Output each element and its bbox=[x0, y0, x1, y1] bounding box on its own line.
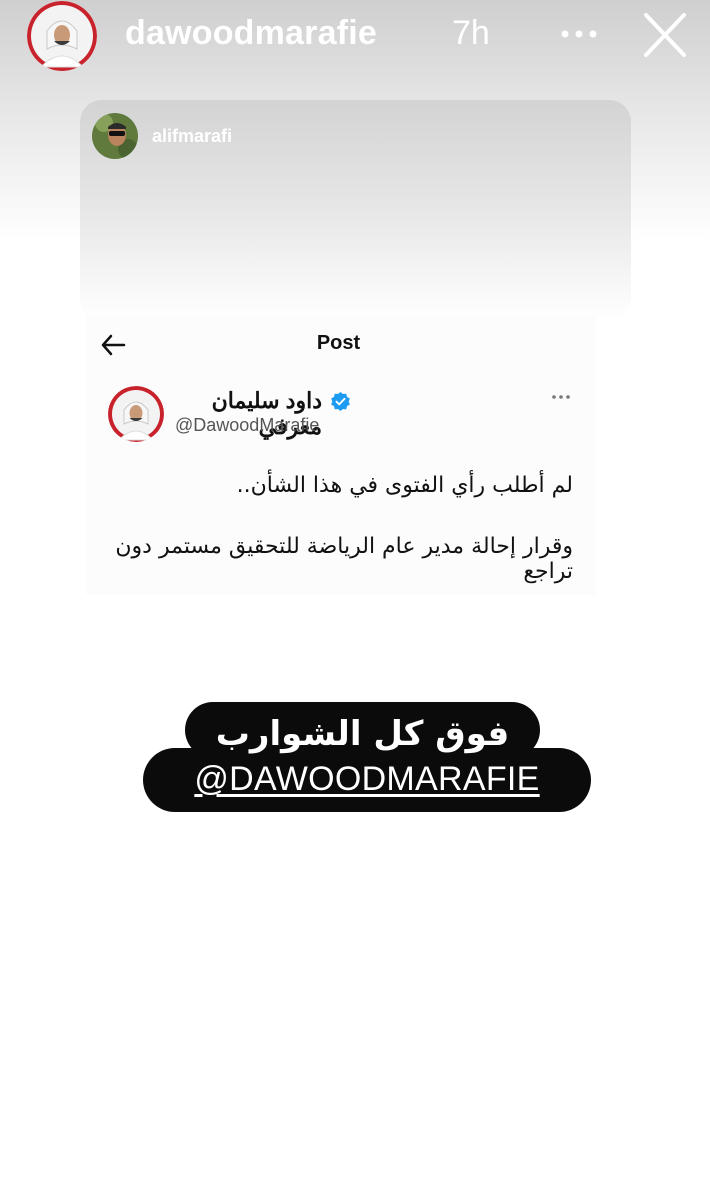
story-timestamp: 7h bbox=[452, 14, 490, 52]
shared-post-avatar[interactable] bbox=[92, 113, 138, 159]
close-icon[interactable] bbox=[640, 12, 690, 58]
caption-text: فوق كل الشوارب bbox=[215, 714, 510, 754]
story-avatar[interactable] bbox=[27, 1, 97, 71]
tweet-text-line-2: وقرار إحالة مدير عام الرياضة للتحقيق مست… bbox=[115, 534, 573, 584]
tweet-author-handle[interactable]: @DawoodMarafie bbox=[175, 415, 319, 436]
tweet-more-icon[interactable] bbox=[551, 392, 571, 402]
shared-post-username[interactable]: alifmarafi bbox=[152, 126, 232, 147]
post-header-title: Post bbox=[316, 332, 361, 354]
story-header: dawoodmarafie 7h bbox=[0, 0, 710, 72]
tweet-text-line-1: لم أطلب رأي الفتوى في هذا الشأن.. bbox=[236, 473, 573, 498]
caption-mention[interactable]: @DAWOODMARAFIE bbox=[143, 760, 591, 799]
shared-post-card[interactable]: alifmarafi bbox=[80, 100, 631, 320]
verified-badge-icon bbox=[331, 391, 350, 412]
more-horizontal-icon[interactable] bbox=[560, 22, 598, 46]
story-username[interactable]: dawoodmarafie bbox=[125, 14, 377, 53]
tweet-author-avatar[interactable] bbox=[108, 386, 164, 442]
